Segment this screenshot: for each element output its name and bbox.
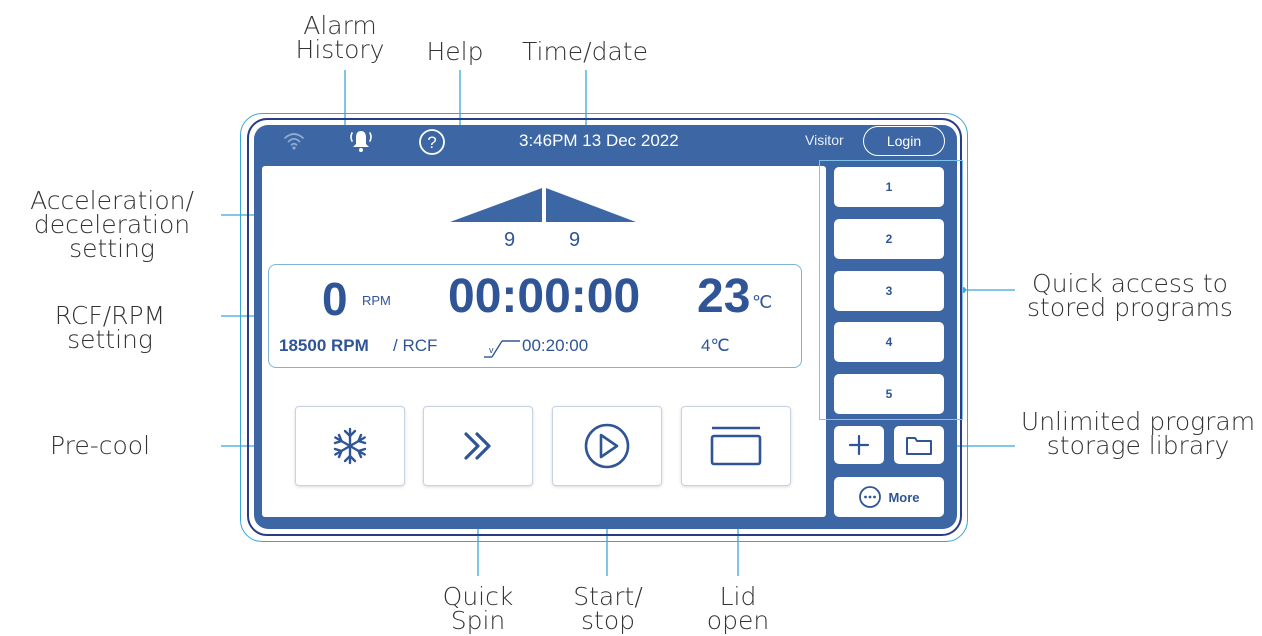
more-button[interactable]: More <box>834 477 944 517</box>
rcf-setting[interactable]: / RCF <box>393 336 437 356</box>
help-icon[interactable]: ? <box>418 128 446 156</box>
callout-library: Unlimited program storage library <box>1020 407 1256 460</box>
temp-setting[interactable]: 4℃ <box>701 336 730 356</box>
start-stop-button[interactable] <box>552 406 662 486</box>
play-icon <box>584 423 630 469</box>
callout-precool: Pre-cool <box>49 431 151 460</box>
rpm-setting[interactable]: 18500 RPM <box>279 336 369 356</box>
callout-time-date: Time/date <box>522 37 648 66</box>
temp-unit: ℃ <box>752 292 773 312</box>
accel-decel-profile[interactable] <box>450 186 640 222</box>
callout-lid-open: Lid open <box>706 582 770 635</box>
rpm-value: 0 <box>322 273 348 325</box>
clock-display: 3:46PM 13 Dec 2022 <box>519 131 679 150</box>
wifi-icon <box>284 133 304 150</box>
program-button-2[interactable]: 2 <box>834 219 944 259</box>
alarm-bell-icon[interactable] <box>347 127 375 155</box>
lid-open-button[interactable] <box>681 406 791 486</box>
login-button[interactable]: Login <box>863 126 945 156</box>
folder-icon <box>906 437 932 455</box>
current-user: Visitor <box>805 132 844 148</box>
program-button-4[interactable]: 4 <box>834 322 944 362</box>
quick-spin-button[interactable] <box>423 406 533 486</box>
temp-value: 23 <box>697 270 751 323</box>
lid-icon <box>710 426 762 466</box>
decel-value: 9 <box>569 229 581 251</box>
svg-text:?: ? <box>427 133 436 152</box>
program-button-5[interactable]: 5 <box>834 374 944 414</box>
callout-acceleration: Acceleration/ deceleration setting <box>30 186 194 263</box>
callout-help: Help <box>426 37 484 66</box>
more-label: More <box>888 489 920 505</box>
add-program-button[interactable] <box>834 426 884 464</box>
callout-alarm-history: Alarm History <box>295 11 385 64</box>
time-value: 00:00:00 <box>448 270 641 323</box>
callout-start-stop: Start/ stop <box>573 582 643 635</box>
more-icon <box>859 486 882 508</box>
svg-text:v: v <box>489 345 494 355</box>
callout-rcf-rpm: RCF/RPM setting <box>54 301 166 354</box>
callout-quick-spin: Quick Spin <box>442 582 514 635</box>
snowflake-icon <box>333 427 367 465</box>
plus-icon <box>848 434 870 456</box>
callout-quick-access: Quick access to stored programs <box>1027 269 1233 322</box>
program-button-1[interactable]: 1 <box>834 167 944 207</box>
precool-button[interactable] <box>295 406 405 486</box>
rpm-unit: RPM <box>362 293 391 308</box>
accel-value: 9 <box>504 229 516 251</box>
program-library-button[interactable] <box>894 426 944 464</box>
time-setting[interactable]: 00:20:00 <box>522 336 588 356</box>
timer-mode-icon: v <box>484 340 520 358</box>
double-chevron-icon <box>464 432 491 460</box>
program-button-3[interactable]: 3 <box>834 271 944 311</box>
